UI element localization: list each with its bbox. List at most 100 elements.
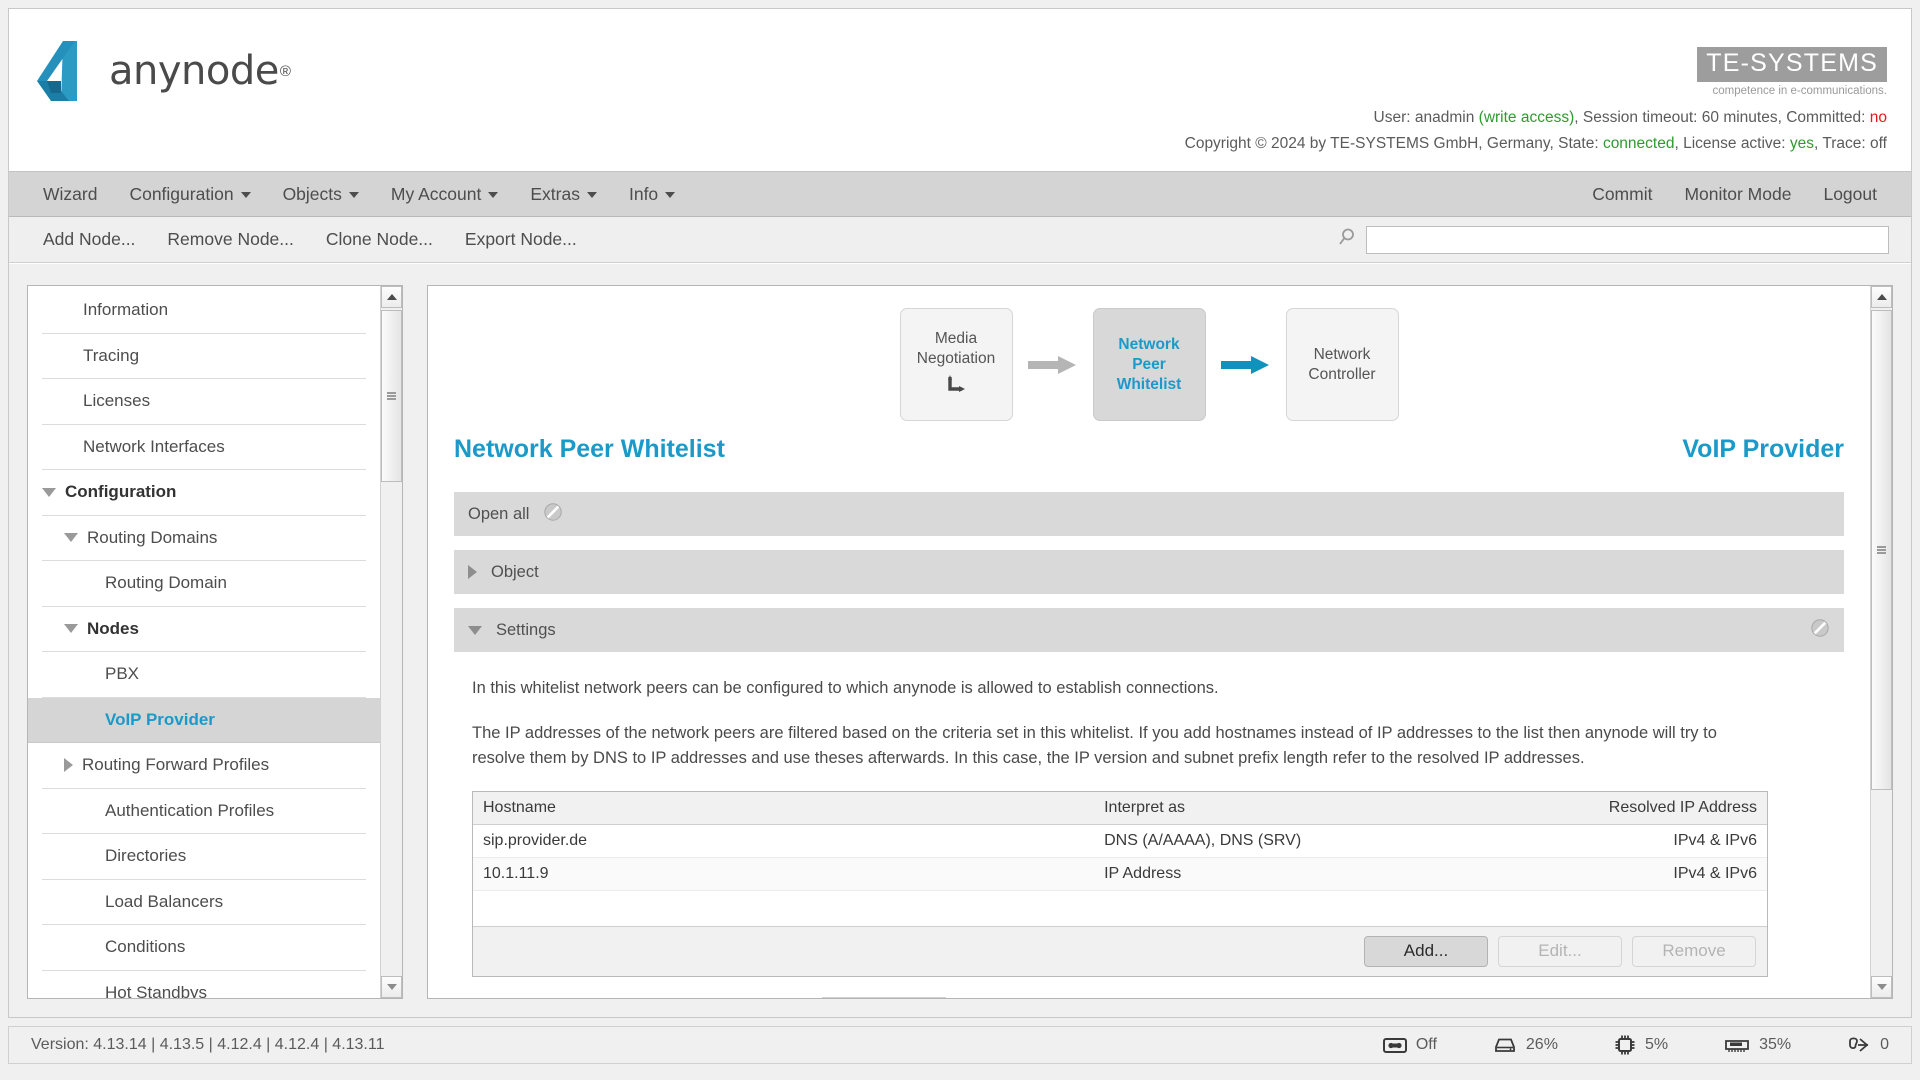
menu-item-my-account[interactable]: My Account bbox=[375, 172, 514, 217]
copyright-prefix: Copyright © 2024 by TE-SYSTEMS GmbH, Ger… bbox=[1184, 135, 1603, 152]
sidebar-item-directories[interactable]: Directories bbox=[42, 834, 366, 880]
menu-item-objects[interactable]: Objects bbox=[267, 172, 375, 217]
sidebar-item-routing-forward-profiles[interactable]: Routing Forward Profiles bbox=[42, 743, 366, 789]
chevron-down-icon[interactable] bbox=[64, 533, 78, 543]
open-all-bar[interactable]: Open all bbox=[454, 492, 1844, 536]
add-node-button[interactable]: Add Node... bbox=[27, 229, 151, 250]
clone-node-button[interactable]: Clone Node... bbox=[310, 229, 449, 250]
sidebar-item-authentication-profiles[interactable]: Authentication Profiles bbox=[42, 789, 366, 834]
menu-item-configuration[interactable]: Configuration bbox=[113, 172, 266, 217]
calls-icon bbox=[1849, 1037, 1869, 1052]
sidebar-item-label: Tracing bbox=[83, 345, 140, 365]
sidebar-item-licenses[interactable]: Licenses bbox=[42, 379, 366, 425]
menu-item-extras[interactable]: Extras bbox=[514, 172, 613, 217]
trace-value: , Trace: off bbox=[1814, 135, 1887, 152]
search-icon bbox=[1337, 227, 1357, 252]
main-panel: Media Negotiation Network Peer Whitelist… bbox=[427, 285, 1893, 999]
sidebar-item-label: Nodes bbox=[87, 618, 139, 638]
sidebar-item-voip-provider[interactable]: VoIP Provider bbox=[28, 697, 380, 743]
flow-step-label: Media Negotiation bbox=[916, 329, 996, 367]
chevron-down-icon[interactable] bbox=[42, 487, 56, 497]
sidebar-item-load-balancers[interactable]: Load Balancers bbox=[42, 880, 366, 925]
sidebar-item-conditions[interactable]: Conditions bbox=[42, 925, 366, 971]
scroll-up-button[interactable] bbox=[381, 286, 402, 308]
sidebar-item-network-interfaces[interactable]: Network Interfaces bbox=[42, 425, 366, 470]
menu-item-commit[interactable]: Commit bbox=[1576, 172, 1668, 217]
sidebar-item-routing-domains[interactable]: Routing Domains bbox=[42, 516, 366, 561]
main-scrollbar[interactable] bbox=[1870, 286, 1892, 998]
menu-label: Objects bbox=[282, 183, 342, 204]
table-row[interactable]: 10.1.11.9 IP Address IPv4 & IPv6 bbox=[473, 857, 1767, 891]
sidebar-item-routing-domain[interactable]: Routing Domain bbox=[42, 561, 366, 607]
status-bar: Version: 4.13.14 | 4.13.5 | 4.12.4 | 4.1… bbox=[8, 1026, 1912, 1064]
sidebar-panel: Information Tracing Licenses Network Interf… bbox=[27, 285, 403, 999]
column-header-resolved-ip-address[interactable]: Resolved IP Address bbox=[1482, 792, 1767, 825]
flow-step-network-controller[interactable]: Network Controller bbox=[1285, 308, 1399, 421]
sidebar-item-label: Network Interfaces bbox=[83, 436, 225, 456]
chevron-up-icon bbox=[1876, 294, 1887, 300]
menu-item-monitor-mode[interactable]: Monitor Mode bbox=[1668, 172, 1807, 217]
cell-hostname: sip.provider.de bbox=[473, 824, 1095, 858]
sidebar-scrollbar[interactable] bbox=[380, 286, 402, 998]
company-brand: TE-SYSTEMS competence in e-communication… bbox=[1697, 47, 1887, 97]
sidebar-scroll-track[interactable] bbox=[381, 308, 402, 976]
cell-hostname: 10.1.11.9 bbox=[473, 857, 1095, 891]
node-toolbar: Add Node... Remove Node... Clone Node...… bbox=[9, 217, 1911, 263]
menu-item-logout[interactable]: Logout bbox=[1807, 172, 1893, 217]
no-edit-icon[interactable] bbox=[543, 502, 563, 527]
main-scroll-track[interactable] bbox=[1871, 308, 1892, 976]
trace-status-value: Off bbox=[1415, 1036, 1437, 1053]
sidebar-item-label: Configuration bbox=[65, 482, 177, 502]
sidebar-item-tracing[interactable]: Tracing bbox=[42, 334, 366, 379]
chevron-right-icon[interactable] bbox=[64, 758, 73, 773]
section-header-object[interactable]: Object bbox=[454, 550, 1844, 594]
export-node-button[interactable]: Export Node... bbox=[449, 229, 593, 250]
chevron-down-icon bbox=[586, 191, 597, 198]
chevron-down-icon[interactable] bbox=[64, 624, 78, 634]
menu-label: My Account bbox=[390, 183, 482, 204]
sidebar-item-configuration[interactable]: Configuration bbox=[42, 470, 366, 516]
scroll-up-button[interactable] bbox=[1871, 286, 1892, 308]
chevron-down-icon bbox=[386, 984, 397, 990]
flow-step-network-peer-whitelist[interactable]: Network Peer Whitelist bbox=[1092, 308, 1206, 421]
sidebar-scroll-thumb[interactable] bbox=[381, 310, 402, 482]
sidebar-item-nodes[interactable]: Nodes bbox=[42, 607, 366, 652]
sidebar-item-information[interactable]: Information bbox=[42, 288, 366, 334]
write-access-badge: (write access) bbox=[1478, 109, 1575, 126]
grip-icon bbox=[1877, 545, 1886, 556]
app-logo: anynode ® bbox=[31, 35, 291, 107]
sidebar-item-hot-standbys[interactable]: Hot Standbys bbox=[42, 971, 366, 998]
whitelist-table: Hostname Interpret as Resolved IP Addres… bbox=[473, 792, 1767, 926]
permit-network-controller-row: Permit the own Network Controller addres… bbox=[472, 996, 1844, 998]
table-header-row: Hostname Interpret as Resolved IP Addres… bbox=[473, 792, 1767, 825]
no-edit-icon[interactable] bbox=[1810, 618, 1830, 643]
search-input[interactable] bbox=[1366, 225, 1889, 254]
main-scroll-thumb[interactable] bbox=[1871, 310, 1892, 790]
user-prefix: User: anadmin bbox=[1373, 109, 1479, 126]
sidebar-item-label: PBX bbox=[105, 664, 140, 684]
section-header-settings[interactable]: Settings bbox=[454, 608, 1844, 652]
status-disk: 26% bbox=[1493, 1036, 1558, 1054]
scroll-down-button[interactable] bbox=[381, 976, 402, 998]
flow-step-media-negotiation[interactable]: Media Negotiation bbox=[899, 308, 1013, 421]
empty-cell bbox=[1094, 891, 1482, 926]
flow-step-label: Network Controller bbox=[1308, 345, 1376, 383]
menu-item-info[interactable]: Info bbox=[613, 172, 691, 217]
remove-node-button[interactable]: Remove Node... bbox=[151, 229, 309, 250]
disk-icon bbox=[1495, 1038, 1515, 1052]
table-action-buttons: Add... Edit... Remove bbox=[473, 925, 1767, 976]
permit-setting-select[interactable]: Enabled bbox=[821, 996, 946, 998]
scroll-down-button[interactable] bbox=[1871, 976, 1892, 998]
menu-item-wizard[interactable]: Wizard bbox=[27, 172, 113, 217]
cpu-usage-value: 5% bbox=[1644, 1036, 1669, 1053]
column-header-interpret-as[interactable]: Interpret as bbox=[1094, 792, 1483, 825]
cell-interpret-as: DNS (A/AAAA), DNS (SRV) bbox=[1094, 824, 1483, 858]
column-header-hostname[interactable]: Hostname bbox=[473, 792, 1095, 825]
table-row[interactable]: sip.provider.de DNS (A/AAAA), DNS (SRV) IP… bbox=[473, 824, 1767, 858]
chevron-right-icon bbox=[468, 565, 477, 579]
disk-usage-value: 26% bbox=[1525, 1036, 1558, 1053]
active-calls-value: 0 bbox=[1880, 1036, 1889, 1053]
registered-mark: ® bbox=[279, 62, 291, 80]
add-button[interactable]: Add... bbox=[1364, 935, 1488, 967]
sidebar-item-pbx[interactable]: PBX bbox=[42, 652, 366, 698]
